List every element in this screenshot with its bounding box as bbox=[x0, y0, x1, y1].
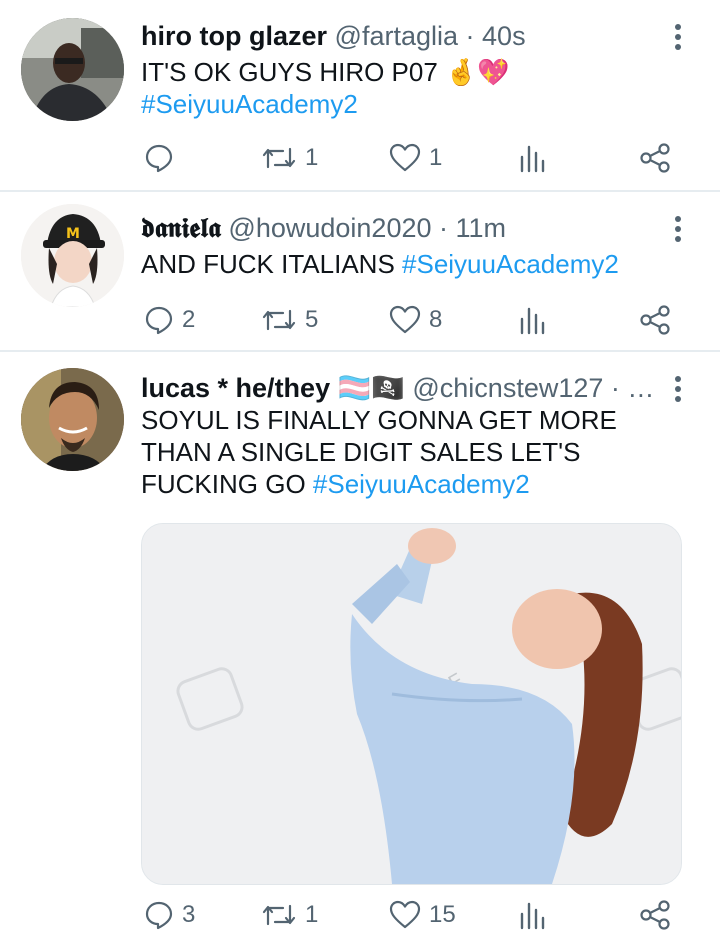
retweet-button[interactable]: 1 bbox=[261, 898, 318, 932]
tweet-header: lucas * he/they 🏳️‍⚧️🏴‍☠️ @chicnstew127 … bbox=[141, 372, 654, 404]
reply-icon bbox=[145, 144, 173, 173]
separator-dot: · bbox=[465, 21, 475, 51]
like-button[interactable]: 8 bbox=[389, 303, 442, 337]
tweet-header: 𝖉𝖆𝖓𝖎𝖊𝖑𝖆 @howudoin2020 · 11m bbox=[141, 212, 506, 245]
separator-dot: · bbox=[439, 213, 449, 243]
like-count: 8 bbox=[429, 306, 443, 333]
like-count: 1 bbox=[429, 144, 443, 171]
user-handle[interactable]: @fartaglia bbox=[335, 21, 458, 51]
views-button[interactable] bbox=[518, 303, 546, 337]
share-icon bbox=[640, 143, 670, 173]
like-icon bbox=[389, 305, 421, 334]
flag-emojis: 🏳️‍⚧️🏴‍☠️ bbox=[337, 373, 405, 403]
tweet-text: SOYUL IS FINALLY GONNA GET MORE THAN A S… bbox=[141, 404, 681, 500]
tweet-1[interactable]: hiro top glazer @fartaglia · 40s IT'S OK… bbox=[0, 0, 720, 190]
display-name[interactable]: hiro top glazer bbox=[141, 21, 327, 51]
share-button[interactable] bbox=[638, 898, 672, 932]
reply-count: 2 bbox=[182, 306, 196, 333]
more-icon[interactable] bbox=[670, 376, 686, 402]
retweet-icon bbox=[262, 904, 296, 926]
separator-dot: · bbox=[610, 373, 620, 403]
views-icon bbox=[520, 902, 545, 930]
display-name[interactable]: lucas * he/they bbox=[141, 373, 330, 403]
tweet-actions: 3 1 15 bbox=[141, 898, 681, 932]
tweet-media-image[interactable]: 123RF bbox=[141, 523, 682, 885]
views-button[interactable] bbox=[518, 141, 546, 175]
avatar-image: M bbox=[21, 204, 124, 307]
like-icon bbox=[389, 143, 421, 172]
user-handle[interactable]: @howudoin2020 bbox=[228, 213, 431, 243]
emoji: 🤞💖 bbox=[445, 57, 510, 87]
views-icon bbox=[520, 145, 545, 173]
reply-icon bbox=[145, 306, 173, 335]
share-button[interactable] bbox=[638, 141, 672, 175]
like-button[interactable]: 1 bbox=[389, 141, 442, 175]
timestamp[interactable]: … bbox=[627, 373, 654, 403]
retweet-count: 5 bbox=[305, 306, 319, 333]
retweet-icon bbox=[262, 147, 296, 169]
avatar[interactable] bbox=[21, 18, 124, 121]
svg-text:M: M bbox=[66, 226, 80, 242]
timestamp[interactable]: 11m bbox=[456, 213, 507, 243]
display-name[interactable]: 𝖉𝖆𝖓𝖎𝖊𝖑𝖆 bbox=[141, 213, 221, 244]
share-button[interactable] bbox=[638, 303, 672, 337]
reply-button[interactable]: 2 bbox=[144, 303, 195, 337]
cheering-woman-photo: 123RF bbox=[142, 524, 681, 884]
reply-count: 3 bbox=[182, 901, 196, 928]
share-icon bbox=[640, 900, 670, 930]
hashtag-link[interactable]: #SeiyuuAcademy2 bbox=[313, 469, 530, 499]
user-handle[interactable]: @chicnstew127 bbox=[412, 373, 603, 403]
retweet-count: 1 bbox=[305, 901, 319, 928]
share-icon bbox=[640, 305, 670, 335]
avatar[interactable]: M bbox=[21, 204, 124, 307]
like-icon bbox=[389, 900, 421, 929]
tweet-actions: 2 5 8 bbox=[141, 303, 681, 337]
reply-icon bbox=[145, 901, 173, 930]
hashtag-link[interactable]: #SeiyuuAcademy2 bbox=[402, 249, 619, 279]
retweet-icon bbox=[262, 309, 296, 331]
tweet-text: IT'S OK GUYS HIRO P07 🤞💖 #SeiyuuAcademy2 bbox=[141, 56, 681, 120]
reply-button[interactable] bbox=[144, 141, 182, 175]
tweet-text: AND FUCK ITALIANS #SeiyuuAcademy2 bbox=[141, 248, 681, 280]
tweet-actions: 1 1 bbox=[141, 141, 681, 175]
like-count: 15 bbox=[429, 901, 456, 928]
avatar-image bbox=[21, 368, 124, 471]
retweet-button[interactable]: 5 bbox=[261, 303, 318, 337]
like-button[interactable]: 15 bbox=[389, 898, 456, 932]
views-icon bbox=[520, 307, 545, 335]
retweet-button[interactable]: 1 bbox=[261, 141, 318, 175]
timestamp[interactable]: 40s bbox=[482, 21, 526, 51]
hashtag-link[interactable]: #SeiyuuAcademy2 bbox=[141, 89, 358, 119]
tweet-header: hiro top glazer @fartaglia · 40s bbox=[141, 20, 526, 52]
more-icon[interactable] bbox=[670, 24, 686, 50]
tweet-text-content: AND FUCK ITALIANS bbox=[141, 249, 403, 279]
views-button[interactable] bbox=[518, 898, 546, 932]
tweet-text-content: IT'S OK GUYS HIRO P07 bbox=[141, 57, 446, 87]
avatar[interactable] bbox=[21, 368, 124, 471]
avatar-image bbox=[21, 18, 124, 121]
retweet-count: 1 bbox=[305, 144, 319, 171]
more-icon[interactable] bbox=[670, 216, 686, 242]
tweet-2[interactable]: M 𝖉𝖆𝖓𝖎𝖊𝖑𝖆 @howudoin2020 · 11m AND FUCK I… bbox=[0, 192, 720, 350]
reply-button[interactable]: 3 bbox=[144, 898, 195, 932]
